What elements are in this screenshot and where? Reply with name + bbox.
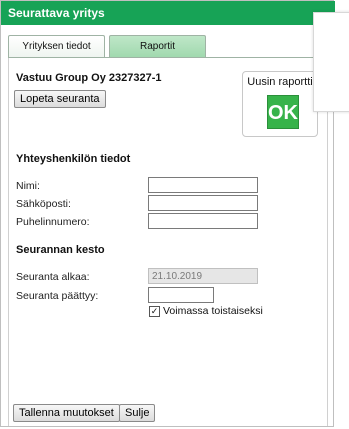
phone-label: Puhelinnumero: [16,216,90,228]
phone-input[interactable] [148,213,258,229]
ok-status-icon[interactable]: OK [267,95,299,129]
email-input[interactable] [148,195,258,211]
monitoring-heading: Seurannan kesto [16,244,105,256]
company-dialog: Seurattava yritys Yrityksen tiedot Rapor… [0,0,335,427]
start-date-label: Seuranta alkaa: [16,271,90,283]
indefinite-checkbox[interactable]: ✓ [149,306,160,317]
tab-reports[interactable]: Raportit [109,35,206,58]
overlay-popup [313,12,349,112]
name-label: Nimi: [16,180,40,192]
save-changes-button[interactable]: Tallenna muutokset [13,404,120,422]
latest-report-box[interactable]: Uusin raportti OK [242,71,318,137]
company-name: Vastuu Group Oy 2327327-1 [16,72,162,84]
tab-company-info[interactable]: Yrityksen tiedot [8,35,105,58]
close-button[interactable]: Sulje [119,404,156,422]
indefinite-label[interactable]: Voimassa toistaiseksi [163,305,263,317]
dialog-title: Seurattava yritys [1,1,335,25]
end-date-label: Seuranta päättyy: [16,290,99,302]
email-label: Sähköposti: [16,198,71,210]
start-date-field [148,268,258,284]
contact-heading: Yhteyshenkilön tiedot [16,153,131,165]
end-date-input[interactable] [148,287,214,303]
latest-report-label: Uusin raportti [247,76,313,88]
name-input[interactable] [148,177,258,193]
stop-monitoring-button[interactable]: Lopeta seuranta [14,90,106,108]
